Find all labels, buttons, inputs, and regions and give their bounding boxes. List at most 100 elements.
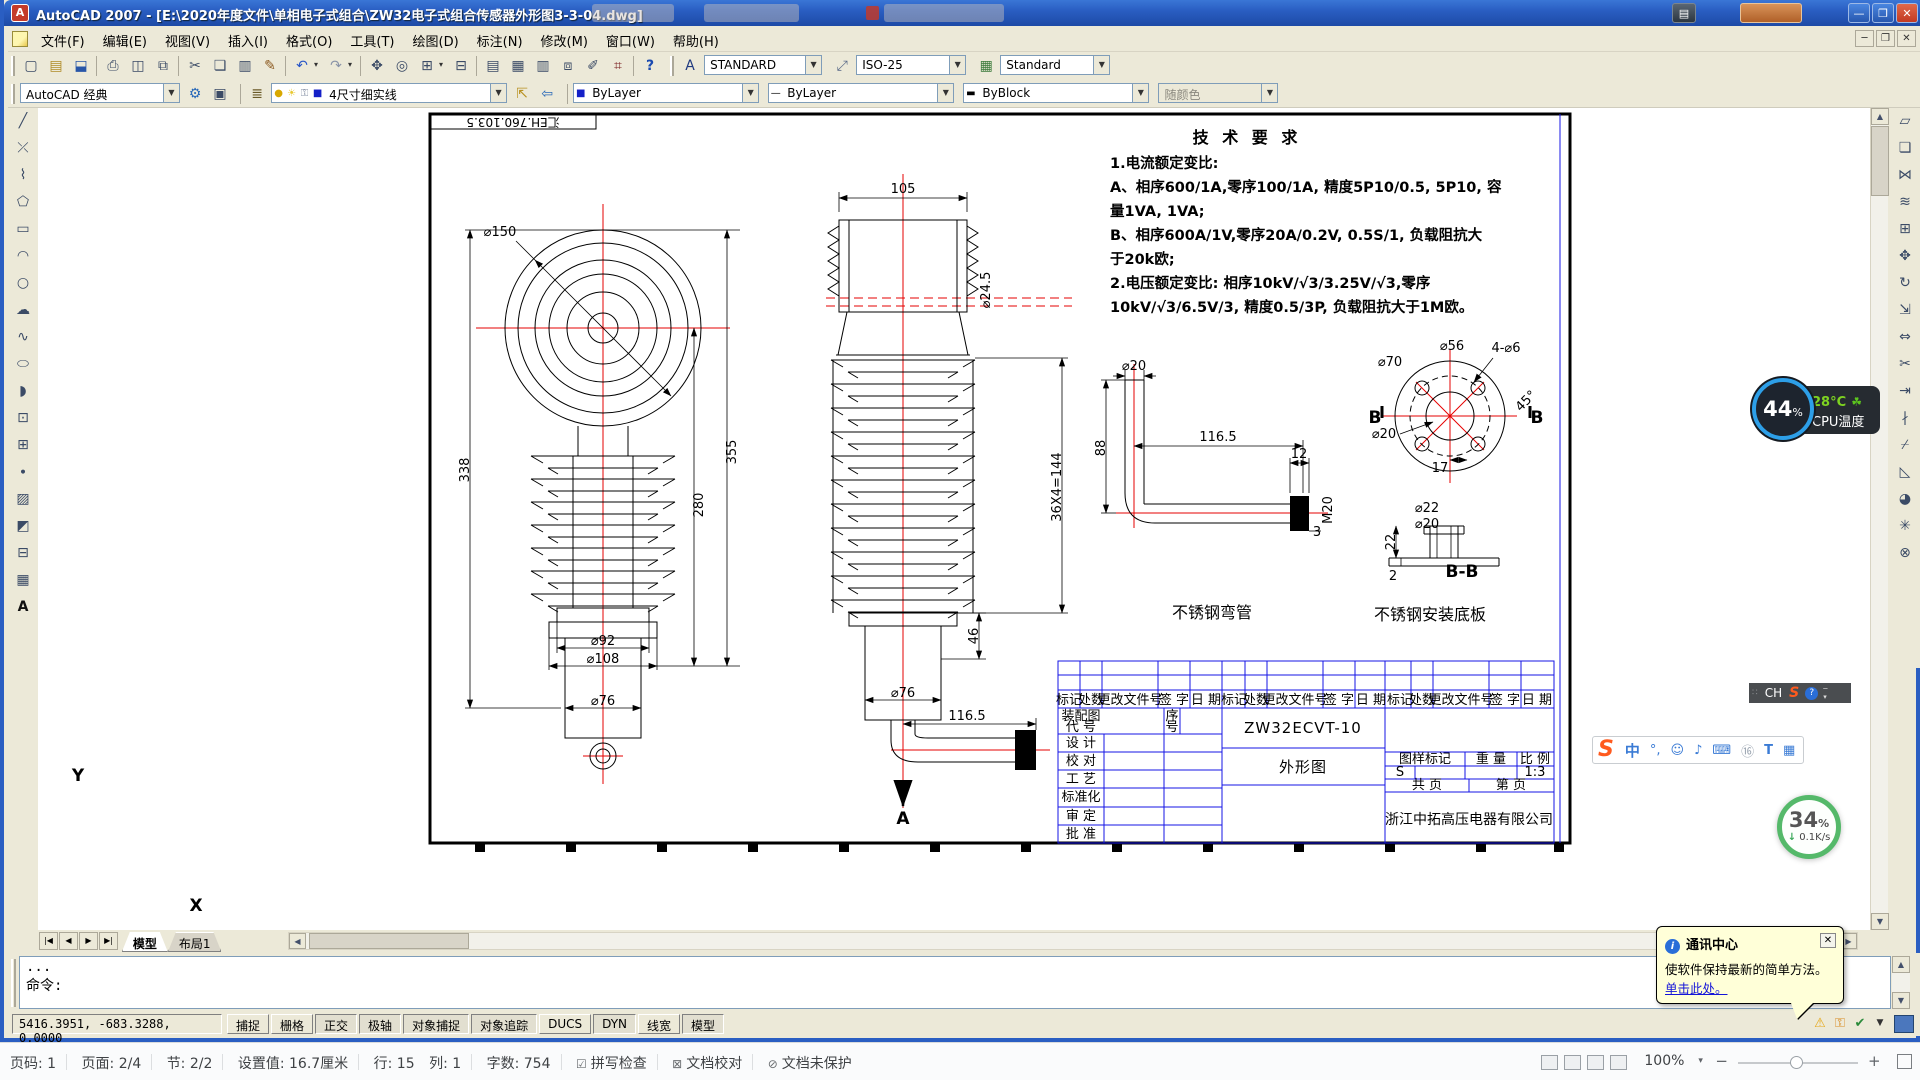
polyline-icon[interactable]: ⌇ — [10, 162, 36, 188]
chevron-down-icon[interactable]: ▼ — [163, 84, 179, 102]
point-icon[interactable]: ∙ — [10, 459, 36, 485]
zoom-realtime-icon[interactable]: ◎ — [390, 54, 414, 78]
join-icon[interactable]: ⊗ — [1892, 540, 1918, 566]
sogou-logo-icon[interactable]: S — [1786, 685, 1802, 701]
insert-block-icon[interactable]: ⊡ — [10, 405, 36, 431]
text-style-combo[interactable]: STANDARD▼ — [704, 55, 822, 75]
polar-toggle[interactable]: 极轴 — [359, 1014, 401, 1034]
quickcalc-icon[interactable]: ⌗ — [606, 54, 630, 78]
properties-icon[interactable]: ▤ — [481, 54, 505, 78]
polygon-icon[interactable]: ⬠ — [10, 189, 36, 215]
menu-help[interactable]: 帮助(H) — [664, 26, 728, 54]
markup-set-manager-icon[interactable]: ✐ — [581, 54, 605, 78]
voice-input-icon[interactable]: ♪ — [1689, 743, 1707, 758]
shield-check-icon[interactable]: ✔ — [1850, 1014, 1870, 1034]
layer-properties-icon[interactable]: ≣ — [245, 82, 269, 106]
drag-handle-icon[interactable]: ∷ — [1749, 688, 1761, 698]
punctuation-icon[interactable]: °, — [1645, 743, 1666, 758]
menu-edit[interactable]: 编辑(E) — [94, 26, 156, 54]
tray-dropdown-icon[interactable]: ▼ — [1870, 1014, 1890, 1034]
lineweight-combo[interactable]: ▬ByBlock▼ — [963, 83, 1149, 103]
scroll-up-icon[interactable]: ▲ — [1892, 956, 1910, 973]
table-style-combo[interactable]: Standard▼ — [1000, 55, 1110, 75]
circle-icon[interactable]: ○ — [10, 270, 36, 296]
erase-icon[interactable]: ▱ — [1892, 108, 1918, 134]
fullscreen-icon[interactable] — [1897, 1054, 1912, 1069]
chinese-mode-icon[interactable]: 中 — [1620, 740, 1645, 761]
paste-icon[interactable]: ▥ — [233, 54, 257, 78]
scroll-up-icon[interactable]: ▲ — [1871, 108, 1889, 125]
tab-next-icon[interactable]: ▶ — [79, 932, 98, 950]
zoom-window-icon[interactable]: ⊞ — [415, 54, 439, 78]
menu-format[interactable]: 格式(O) — [277, 26, 341, 54]
move-icon[interactable]: ✥ — [1892, 243, 1918, 269]
menu-dimension[interactable]: 标注(N) — [468, 26, 532, 54]
make-block-icon[interactable]: ⊞ — [10, 432, 36, 458]
language-bar[interactable]: ∷ CH S ? ─▾ — [1749, 683, 1851, 703]
linetype-combo[interactable]: —ByLayer▼ — [768, 83, 954, 103]
spell-check-button[interactable]: ☑拼写检查 — [566, 1043, 657, 1073]
layer-combo[interactable]: ●☀⚿■4尺寸细实线▼ — [271, 83, 507, 103]
undo-icon[interactable]: ↶ — [290, 54, 314, 78]
view-mode-icon[interactable] — [1564, 1055, 1581, 1070]
lineweight-toggle[interactable]: 线宽 — [638, 1014, 680, 1034]
plot-preview-icon[interactable]: ◫ — [126, 54, 150, 78]
extend-icon[interactable]: ⇥ — [1892, 378, 1918, 404]
menu-window[interactable]: 窗口(W) — [597, 26, 664, 54]
make-object-layer-current-icon[interactable]: ⇱ — [510, 82, 534, 106]
proofread-button[interactable]: ⊠文档校对 — [662, 1043, 752, 1073]
workspace-combo[interactable]: AutoCAD 经典▼ — [20, 83, 180, 103]
hatch-icon[interactable]: ▨ — [10, 486, 36, 512]
osnap-toggle[interactable]: 对象捕捉 — [403, 1014, 469, 1034]
help-icon[interactable]: ? — [1805, 687, 1818, 700]
tab-first-icon[interactable]: |◀ — [39, 932, 58, 950]
undo-dropdown-icon[interactable]: ▾ — [314, 52, 323, 78]
skin-icon[interactable]: T — [1759, 743, 1778, 758]
construction-line-icon[interactable]: ⤫ — [10, 135, 36, 161]
horizontal-scrollbar[interactable]: ◀ ▶ — [288, 932, 1858, 950]
table-icon[interactable]: ▦ — [10, 567, 36, 593]
child-close-button[interactable]: ✕ — [1897, 30, 1916, 47]
close-button[interactable]: ✕ — [1896, 3, 1918, 23]
scroll-down-icon[interactable]: ▼ — [1892, 992, 1910, 1009]
sogou-logo-icon[interactable]: S — [1593, 737, 1620, 764]
spline-icon[interactable]: ∿ — [10, 324, 36, 350]
zoom-in-icon[interactable]: + — [1864, 1043, 1885, 1070]
minimize-button[interactable]: — — [1848, 3, 1870, 23]
tab-model[interactable]: 模型 — [122, 932, 168, 952]
ellipse-arc-icon[interactable]: ◗ — [10, 378, 36, 404]
line-icon[interactable]: ╱ — [10, 108, 36, 134]
grid-toggle[interactable]: 栅格 — [271, 1014, 313, 1034]
command-scrollbar[interactable]: ▲ ▼ — [1892, 956, 1910, 1009]
plot-icon[interactable]: ⎙ — [101, 54, 125, 78]
zoom-previous-icon[interactable]: ⊟ — [449, 54, 473, 78]
view-mode-icon[interactable] — [1610, 1055, 1627, 1070]
network-speed-widget[interactable]: 34% ↓ 0.1K/s — [1777, 795, 1841, 859]
vertical-scrollbar[interactable]: ▲ ▼ — [1870, 108, 1888, 930]
layer-previous-icon[interactable]: ⇦ — [535, 82, 559, 106]
chevron-down-icon[interactable]: ▼ — [742, 84, 758, 102]
zoom-level[interactable]: 100% — [1634, 1043, 1694, 1069]
protection-status[interactable]: ⊘文档未保护 — [758, 1043, 862, 1073]
chevron-down-icon[interactable]: ▼ — [949, 56, 965, 74]
menu-file[interactable]: 文件(F) — [32, 26, 94, 54]
dyn-toggle[interactable]: DYN — [593, 1014, 636, 1034]
drawing-canvas[interactable]: 汇EH.760.103.5 技 术 要 求 1.电流额定变比: A、相序600/… — [38, 108, 1870, 930]
chevron-down-icon[interactable]: ▼ — [805, 56, 821, 74]
mirror-icon[interactable]: ⋈ — [1892, 162, 1918, 188]
color-combo[interactable]: ■ByLayer▼ — [573, 83, 759, 103]
break-icon[interactable]: ⌿ — [1892, 432, 1918, 458]
copy-icon[interactable]: ❏ — [1892, 135, 1918, 161]
tool-palettes-icon[interactable]: ▥ — [531, 54, 555, 78]
scrollbar-thumb[interactable] — [1871, 126, 1889, 196]
region-icon[interactable]: ⊟ — [10, 540, 36, 566]
new-icon[interactable]: ▢ — [19, 54, 43, 78]
pan-icon[interactable]: ✥ — [365, 54, 389, 78]
soft-keyboard-icon[interactable]: ⌨ — [1707, 743, 1736, 758]
layer-on-icon[interactable]: ● — [272, 84, 285, 103]
scrollbar-thumb[interactable] — [309, 933, 469, 949]
clean-screen-icon[interactable] — [1894, 1015, 1914, 1033]
emoji-icon[interactable]: ☺ — [1666, 743, 1690, 758]
layer-lock-icon[interactable]: ⚿ — [298, 84, 311, 103]
offset-icon[interactable]: ≋ — [1892, 189, 1918, 215]
